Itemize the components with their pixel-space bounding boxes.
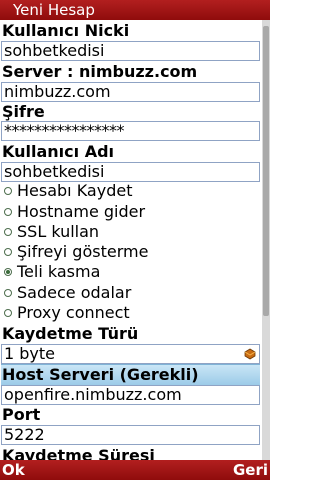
dropdown-icon (244, 348, 256, 360)
password-label: Şifre (2, 102, 45, 121)
radio-icon (4, 309, 12, 317)
save-type-select[interactable]: 1 byte (1, 344, 260, 364)
radio-icon (4, 228, 12, 236)
option-proxy-connect[interactable]: Proxy connect (4, 303, 130, 323)
option-save-account[interactable]: Hesabı Kaydet (4, 181, 132, 201)
username-input[interactable]: sohbetkedisi (1, 162, 260, 182)
page-title: Yeni Hesap (13, 1, 95, 19)
host-input[interactable]: openfire.nimbuzz.com (1, 385, 260, 405)
port-label: Port (2, 405, 41, 424)
host-label: Host Serveri (Gerekli) (2, 365, 199, 384)
title-bar: Yeni Hesap (0, 0, 270, 20)
option-label: Proxy connect (17, 303, 130, 322)
option-label: Hesabı Kaydet (17, 181, 133, 200)
option-ssl[interactable]: SSL kullan (4, 222, 99, 242)
server-label: Server : nimbuzz.com (2, 62, 198, 81)
save-type-value: 1 byte (4, 344, 56, 363)
option-hostname[interactable]: Hostname gider (4, 202, 145, 222)
softkey-bar: Ok Geri (0, 460, 270, 480)
port-input[interactable]: 5222 (1, 425, 260, 445)
form-content: Kullanıcı Nicki sohbetkedisi Server : ni… (0, 20, 262, 460)
radio-icon (4, 208, 12, 216)
scrollbar-thumb[interactable] (263, 26, 269, 316)
option-label: Sadece odalar (17, 283, 132, 302)
save-duration-label: Kaydetme Süresi (2, 446, 155, 460)
nick-input[interactable]: sohbetkedisi (1, 41, 260, 61)
scrollbar[interactable] (262, 20, 270, 460)
option-label: SSL kullan (17, 222, 100, 241)
back-softkey[interactable]: Geri (233, 460, 268, 480)
option-label: Şifreyi gösterme (17, 242, 149, 261)
option-rooms-only[interactable]: Sadece odalar (4, 283, 131, 303)
server-input[interactable]: nimbuzz.com (1, 82, 260, 102)
radio-icon (4, 289, 12, 297)
save-type-label: Kaydetme Türü (2, 324, 139, 343)
option-label: Hostname gider (17, 202, 146, 221)
option-label: Teli kasma (17, 262, 101, 281)
option-hide-password[interactable]: Şifreyi gösterme (4, 242, 148, 262)
nick-label: Kullanıcı Nicki (2, 21, 130, 40)
radio-icon (4, 248, 12, 256)
host-label-highlight: Host Serveri (Gerekli) (1, 364, 260, 385)
password-input[interactable]: **************** (1, 121, 260, 141)
radio-selected-icon (4, 268, 12, 276)
option-teli-kasma[interactable]: Teli kasma (4, 262, 100, 282)
username-label: Kullanıcı Adı (2, 142, 115, 161)
radio-icon (4, 187, 12, 195)
ok-softkey[interactable]: Ok (2, 460, 25, 480)
